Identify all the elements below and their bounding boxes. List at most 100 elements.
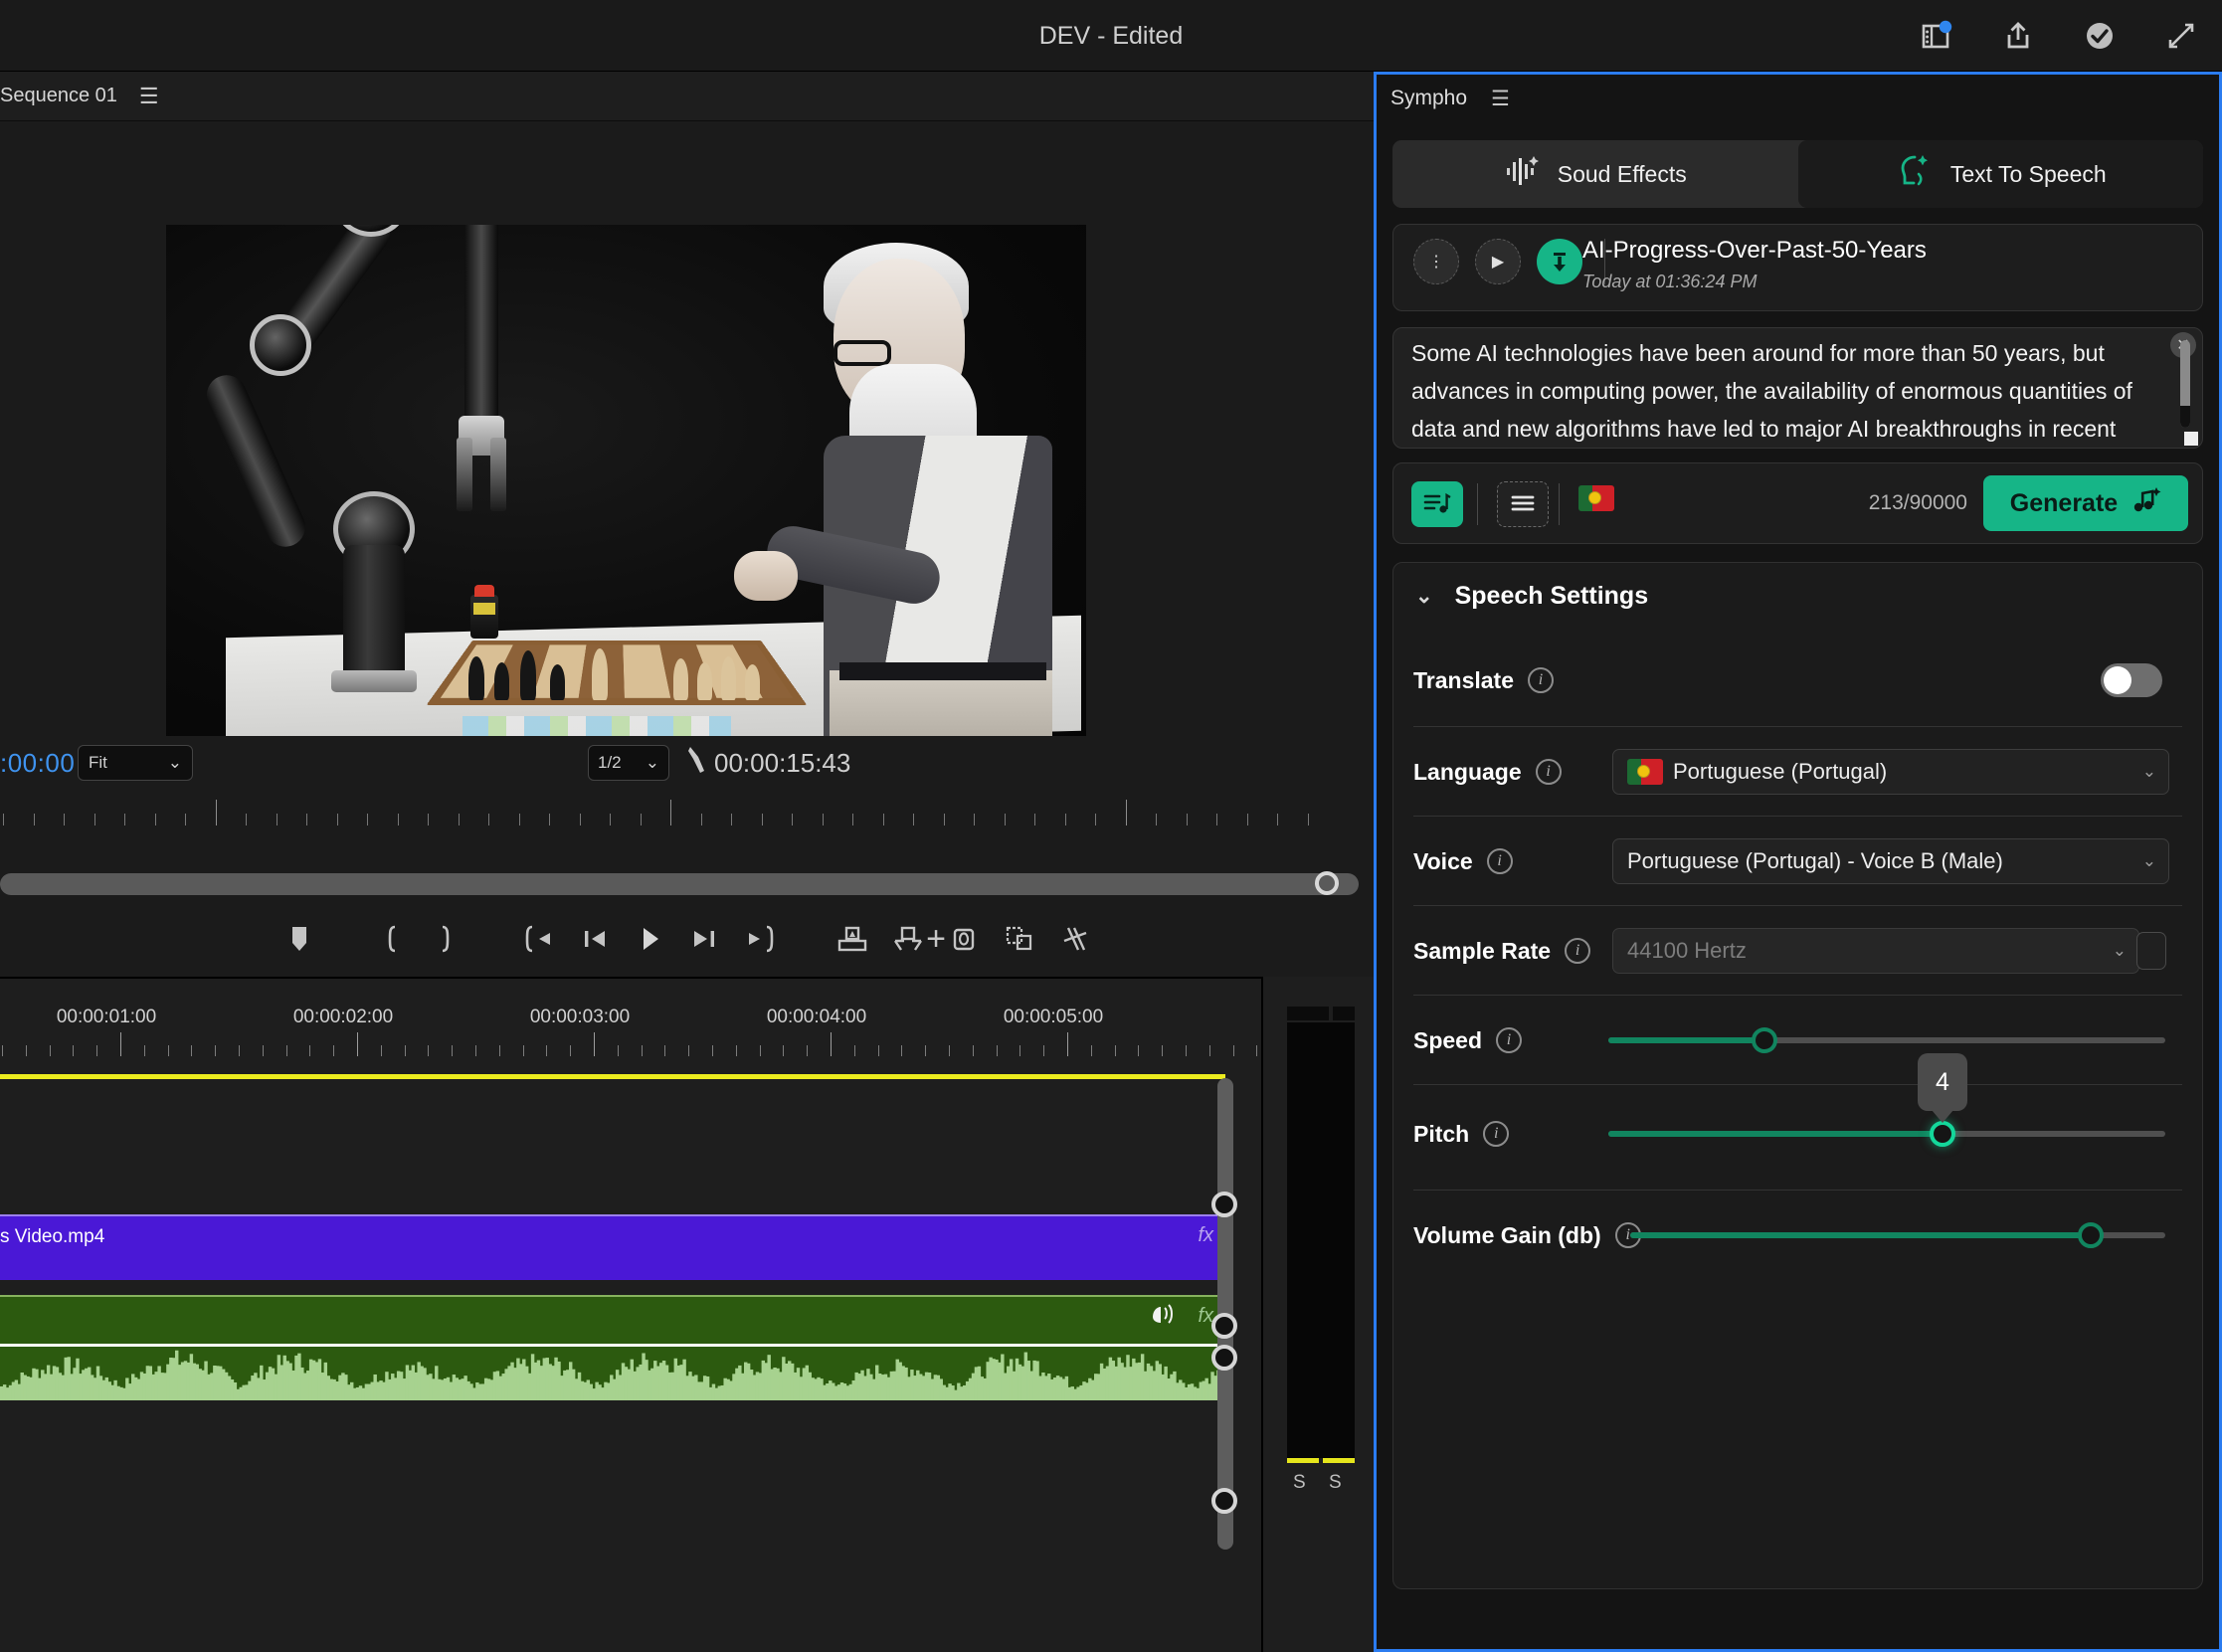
flag-portugal-icon[interactable] bbox=[1578, 485, 1618, 519]
list-music-icon[interactable] bbox=[1411, 481, 1463, 527]
timeline-ruler-tick bbox=[49, 1045, 51, 1056]
info-icon[interactable]: i bbox=[1496, 1027, 1523, 1053]
waveform-sparkle-icon bbox=[1504, 154, 1540, 194]
play-button[interactable] bbox=[622, 916, 677, 962]
step-forward-button[interactable] bbox=[677, 916, 733, 962]
share-export-icon[interactable] bbox=[1999, 17, 2037, 55]
text-scrollbar[interactable] bbox=[2180, 340, 2190, 428]
playhead-timecode[interactable]: :00:00 bbox=[0, 748, 75, 779]
volume-gain-slider-knob[interactable] bbox=[2077, 1222, 2104, 1248]
speed-slider[interactable] bbox=[1608, 1027, 2165, 1053]
check-circle-icon[interactable] bbox=[2081, 17, 2119, 55]
monitor-ruler-tick bbox=[1277, 814, 1278, 826]
tts-text-value[interactable]: Some AI technologies have been around fo… bbox=[1411, 334, 2137, 448]
monitor-scrub-track[interactable] bbox=[0, 873, 1359, 895]
speed-slider-knob[interactable] bbox=[1751, 1027, 1777, 1053]
volume-gain-slider[interactable] bbox=[1630, 1222, 2165, 1248]
download-button[interactable] bbox=[1537, 239, 1582, 284]
speech-settings-header[interactable]: ⌄ Speech Settings bbox=[1393, 563, 2202, 629]
safe-margins-button[interactable] bbox=[1047, 916, 1103, 962]
row-pitch: Pitch i 4 bbox=[1413, 1053, 2182, 1178]
monitor-scrub-knob[interactable] bbox=[1315, 871, 1339, 895]
video-clip[interactable]: s Video.mp4 fx bbox=[0, 1214, 1225, 1280]
sympho-menu-icon[interactable]: ☰ bbox=[1491, 87, 1510, 111]
sequence-menu-icon[interactable]: ☰ bbox=[139, 84, 159, 109]
list-lines-icon[interactable] bbox=[1497, 481, 1549, 527]
sample-rate-label: Sample Rate bbox=[1413, 937, 1552, 964]
notes-badge-icon[interactable] bbox=[1918, 17, 1955, 55]
info-icon[interactable]: i bbox=[1486, 848, 1513, 874]
expand-diagonal-icon[interactable] bbox=[2162, 17, 2200, 55]
go-to-in-button[interactable] bbox=[510, 916, 566, 962]
pitch-value-tooltip: 4 bbox=[1918, 1053, 1967, 1111]
sample-rate-lock-button[interactable] bbox=[2136, 932, 2166, 970]
more-options-button[interactable]: ⋮ bbox=[1413, 239, 1459, 284]
monitor-ruler-tick bbox=[1156, 814, 1157, 826]
info-icon[interactable]: i bbox=[1528, 667, 1554, 693]
divider bbox=[1413, 816, 2182, 817]
monitor-ruler-tick bbox=[33, 814, 35, 826]
step-back-button[interactable] bbox=[566, 916, 622, 962]
go-to-out-button[interactable] bbox=[733, 916, 789, 962]
row-volume-gain: Volume Gain (db) i bbox=[1413, 1192, 2182, 1279]
tab-sound-effects[interactable]: Soud Effects bbox=[1392, 140, 1798, 208]
timeline-ruler[interactable]: 00:00:01:00 00:00:02:00 00:00:03:00 00:00:0… bbox=[0, 979, 1471, 1078]
info-icon[interactable]: i bbox=[1483, 1121, 1510, 1147]
translate-label: Translate bbox=[1413, 666, 1514, 693]
marker-button[interactable] bbox=[272, 916, 327, 962]
pitch-slider[interactable]: 4 bbox=[1608, 1053, 2165, 1147]
pitch-slider-knob[interactable] bbox=[1930, 1121, 1955, 1147]
video-preview[interactable] bbox=[166, 225, 1086, 742]
timeline-scroll-handle-top[interactable] bbox=[1211, 1192, 1237, 1217]
divider bbox=[1413, 1084, 2182, 1085]
video-clip-fx-badge[interactable]: fx bbox=[1198, 1224, 1213, 1247]
timeline-ruler-tick bbox=[759, 1045, 761, 1056]
comparison-view-button[interactable] bbox=[992, 916, 1047, 962]
playback-resolution-select[interactable]: 1/2 ⌄ bbox=[588, 745, 669, 781]
monitor-ruler-tick bbox=[913, 814, 914, 826]
monitor-ruler[interactable] bbox=[0, 790, 1374, 833]
timeline-ruler-label: 00:00:04:00 bbox=[766, 1007, 867, 1027]
history-item[interactable]: ⋮ ▶ AI-Progress-Over-Past-50-Years Today… bbox=[1392, 224, 2203, 311]
tts-text-input[interactable]: Some AI technologies have been around fo… bbox=[1392, 327, 2203, 449]
preview-scene-image bbox=[166, 225, 1086, 742]
timeline-work-area-bar[interactable] bbox=[0, 1074, 1225, 1079]
monitor-ruler-tick bbox=[610, 814, 611, 826]
mark-in-button[interactable] bbox=[363, 916, 419, 962]
timeline-ruler-tick bbox=[1186, 1045, 1187, 1056]
monitor-ruler-tick bbox=[882, 814, 884, 826]
settings-wrench-icon[interactable] bbox=[684, 745, 712, 782]
tab-text-to-speech[interactable]: Text To Speech bbox=[1797, 140, 2203, 208]
translate-toggle[interactable] bbox=[2101, 663, 2162, 697]
generate-button[interactable]: Generate bbox=[1983, 475, 2188, 531]
info-icon[interactable]: i bbox=[1565, 938, 1591, 964]
monitor-ruler-tick bbox=[367, 814, 368, 826]
zoom-level-select[interactable]: Fit ⌄ bbox=[78, 745, 193, 781]
add-button[interactable]: + bbox=[926, 920, 946, 959]
play-preview-button[interactable]: ▶ bbox=[1475, 239, 1521, 284]
monitor-ruler-tick bbox=[731, 814, 732, 826]
timeline-scroll-handle-mid2[interactable] bbox=[1211, 1345, 1237, 1371]
timeline-scroll-handle-mid1[interactable] bbox=[1211, 1313, 1237, 1339]
audio-meter-panel: S S bbox=[1261, 977, 1374, 1652]
timeline-ruler-tick bbox=[522, 1045, 524, 1056]
timeline-ruler-tick bbox=[309, 1045, 311, 1056]
timeline-scroll-handle-bottom[interactable] bbox=[1211, 1488, 1237, 1514]
timeline-ruler-tick bbox=[664, 1045, 666, 1056]
monitor-ruler-tick bbox=[640, 814, 642, 826]
timeline-ruler-tick bbox=[1256, 1045, 1258, 1056]
language-select[interactable]: Portuguese (Portugal) ⌄ bbox=[1612, 749, 2169, 795]
sympho-tabs: Soud Effects Text To Speech bbox=[1392, 140, 2203, 208]
monitor-ruler-tick bbox=[549, 814, 550, 826]
lift-button[interactable] bbox=[825, 916, 880, 962]
monitor-ruler-tick bbox=[458, 814, 460, 826]
audio-meter-solo-left[interactable]: S bbox=[1293, 1472, 1306, 1494]
audio-meter-solo-right[interactable]: S bbox=[1329, 1472, 1342, 1494]
info-icon[interactable]: i bbox=[1535, 759, 1562, 785]
mark-out-button[interactable] bbox=[419, 916, 474, 962]
timeline-ruler-label: 00:00:01:00 bbox=[56, 1007, 157, 1027]
voice-select[interactable]: Portuguese (Portugal) - Voice B (Male) ⌄ bbox=[1612, 838, 2169, 884]
textarea-resize-handle[interactable] bbox=[2184, 432, 2198, 446]
audio-clip[interactable]: fx bbox=[0, 1295, 1225, 1400]
sample-rate-select[interactable]: 44100 Hertz ⌄ bbox=[1612, 928, 2139, 974]
